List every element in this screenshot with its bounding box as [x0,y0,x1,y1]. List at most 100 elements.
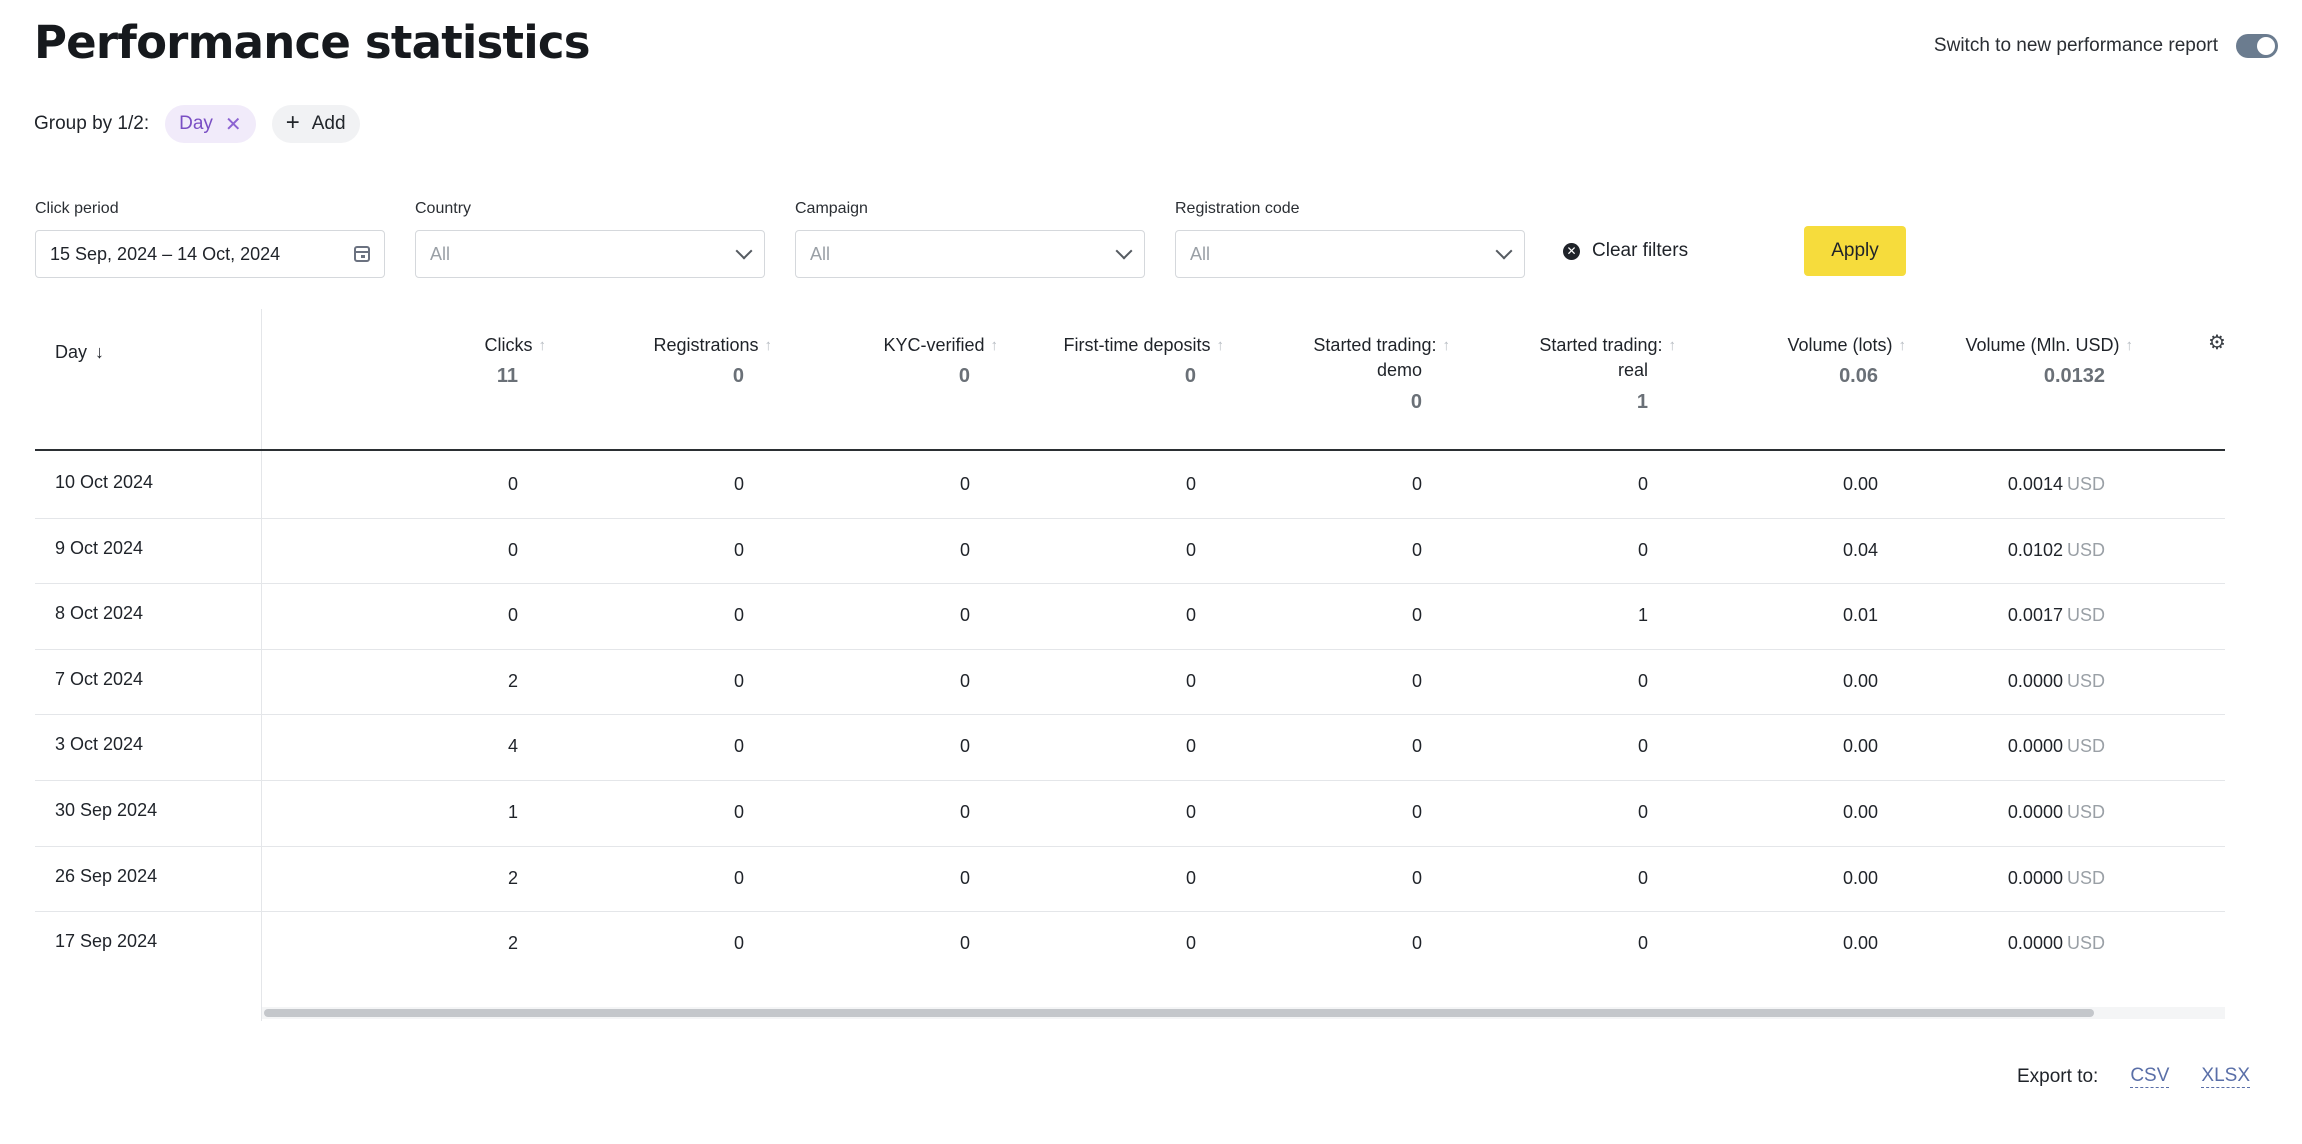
table-cell: 0 [1638,474,1648,495]
cell-value: 0.00 [1842,867,1878,888]
table-cell: 0 [1412,802,1422,823]
cell-value: 2 [507,867,518,888]
export-label: Export to: [2017,1065,2099,1087]
clear-filters-label: Clear filters [1592,240,1689,261]
campaign-label: Campaign [795,200,868,217]
row-divider [35,911,2225,913]
table-cell: 0 [1186,474,1196,495]
cell-value: 0.00 [1842,933,1878,954]
page-title: Performance statistics [34,16,591,69]
column-header[interactable]: Started trading: ↑ real [1539,333,1676,383]
column-header-label: Registrations [653,335,759,355]
sort-icon: ↑ [1216,337,1225,354]
column-total: 0 [732,365,744,387]
click-period-label: Click period [35,200,119,217]
registration-code-select[interactable]: All [1175,230,1525,278]
table-cell: 0.00 [1843,802,1878,823]
column-total: 0 [1410,391,1422,413]
group-chip-day: Day ✕ [165,105,256,143]
column-total: 0.06 [1839,365,1878,387]
column-header[interactable]: KYC-verified ↑ [883,333,998,358]
table-cell: 0.0000 USD [2008,868,2105,889]
toggle-switch[interactable] [2236,34,2278,58]
export-csv-link[interactable]: CSV [2130,1065,2170,1088]
cell-value: 0.0000 [2007,802,2063,822]
apply-button[interactable]: Apply [1804,226,1906,276]
table-cell: 0.0000 USD [2008,671,2105,692]
currency-label: USD [2066,802,2105,822]
day-column-header[interactable]: Day ↓ [55,342,104,363]
click-period-input[interactable]: 15 Sep, 2024 – 14 Oct, 2024 [35,230,385,278]
table-cell: 0 [734,671,744,692]
table-cell: 0.0017 USD [2008,605,2105,626]
table-cell: 0.00 [1843,736,1878,757]
sort-icon: ↑ [1442,337,1451,354]
country-select[interactable]: All [415,230,765,278]
table-cell: 0 [1186,540,1196,561]
cell-value: 0 [959,736,970,757]
column-total: 0.0132 [2043,365,2105,387]
table-cell: 0 [1638,933,1648,954]
column-header[interactable]: Volume (lots) ↑ [1787,333,1906,358]
country-filter: Country All [415,200,765,278]
table-cell: 0 [1412,933,1422,954]
cell-value: 0 [1185,539,1196,560]
currency-label: USD [2066,670,2105,691]
currency-label: USD [2066,605,2105,626]
table-cell: 0 [734,802,744,823]
horizontal-scrollbar[interactable] [262,1007,2225,1019]
column-total: 11 [496,365,518,387]
column-header[interactable]: Registrations ↑ [653,333,772,358]
cell-value: 0 [1185,802,1196,822]
cell-value: 0 [1185,933,1196,954]
group-by-label: Group by 1/2: [34,113,150,134]
close-icon[interactable]: ✕ [225,112,242,137]
table-cell: 0.00 [1843,933,1878,954]
table-cell: 0 [734,540,744,561]
column-header[interactable]: First-time deposits ↑ [1063,333,1224,358]
table-cell: 0 [960,802,970,823]
table-cell: 0 [508,605,518,626]
scrollbar-thumb[interactable] [264,1009,2094,1017]
clear-icon: ✕ [1563,242,1580,260]
cell-value: 0.00 [1842,670,1878,691]
column-header-label: KYC-verified [883,335,985,355]
campaign-select[interactable]: All [795,230,1145,278]
table-cell: 0 [1186,802,1196,823]
currency-label: USD [2066,736,2105,757]
click-period-value: 15 Sep, 2024 – 14 Oct, 2024 [50,243,281,264]
add-group-button[interactable]: + Add [271,105,360,143]
row-divider [35,517,2225,519]
cell-value: 0.0017 [2007,605,2063,626]
registration-code-label: Registration code [1175,200,1300,217]
clear-filters-button[interactable]: ✕ Clear filters [1563,240,1688,262]
table-cell: 2 [508,868,518,889]
column-total: 1 [1636,391,1648,413]
row-day-label: 9 Oct 2024 [55,537,144,558]
export-bar: Export to: CSV XLSX [2017,1065,2250,1088]
currency-label: USD [2066,474,2105,494]
table-cell: 0 [1186,868,1196,889]
table-cell: 0 [734,736,744,757]
registration-code-filter: Registration code All [1175,200,1525,278]
row-divider [35,845,2225,847]
cell-value: 0.00 [1842,474,1878,494]
column-header[interactable]: Volume (Mln. USD) ↑ [1965,333,2133,358]
column-header-label: Clicks [484,335,533,355]
header-divider [35,449,2225,451]
calendar-icon[interactable] [354,246,370,262]
column-header[interactable]: Started trading: ↑ demo [1313,333,1450,383]
cell-value: 0 [1185,736,1196,757]
table-cell: 0 [1412,736,1422,757]
cell-value: 4 [507,736,518,757]
cell-value: 0 [733,474,744,494]
export-xlsx-link[interactable]: XLSX [2201,1065,2250,1088]
country-label: Country [415,200,472,217]
table-cell: 0 [1186,933,1196,954]
table-cell: 0 [960,671,970,692]
cell-value: 0 [1185,867,1196,888]
row-divider [35,780,2225,781]
column-header[interactable]: Clicks ↑ [485,333,547,358]
cell-value: 0.0000 [2007,867,2063,888]
cell-value: 0.0000 [2007,736,2063,757]
